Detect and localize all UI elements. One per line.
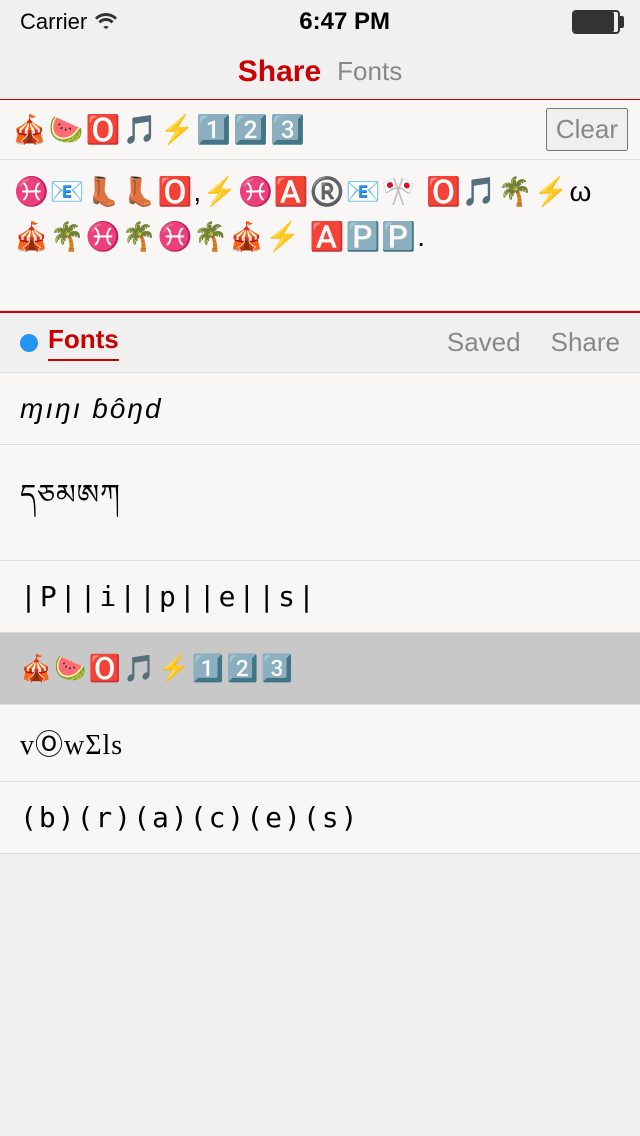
- font-label-4: 🎪🍉🅾️🎵⚡1️⃣2️⃣3️⃣: [20, 653, 295, 684]
- nav-bar: Share Fonts: [0, 44, 640, 100]
- tab-share[interactable]: Share: [551, 327, 620, 358]
- battery-icon: [572, 10, 620, 34]
- status-time: 6:47 PM: [299, 8, 390, 36]
- emoji-input-row: 🎪🍉🅾️🎵⚡1️⃣2️⃣3️⃣ Clear: [0, 100, 640, 160]
- font-label-2: དཅམཨཀ: [20, 463, 121, 542]
- nav-share-title[interactable]: Share: [238, 55, 321, 89]
- font-label-1: ɱıŋı ɓôŋd: [20, 393, 163, 425]
- wifi-icon: [95, 8, 117, 36]
- emoji-input-content[interactable]: 🎪🍉🅾️🎵⚡1️⃣2️⃣3️⃣: [12, 113, 546, 147]
- carrier-label: Carrier: [20, 9, 87, 35]
- font-label-6: (b)(r)(a)(c)(e)(s): [20, 801, 359, 834]
- font-list: ɱıŋı ɓôŋd དཅམཨཀ |P||i||p||e||s| 🎪🍉🅾️🎵⚡1️…: [0, 373, 640, 854]
- tab-saved[interactable]: Saved: [447, 327, 521, 358]
- status-bar: Carrier 6:47 PM: [0, 0, 640, 44]
- font-item-5[interactable]: vⓄwΣls: [0, 705, 640, 782]
- tab-dot: [20, 334, 38, 352]
- tab-fonts[interactable]: Fonts: [48, 324, 119, 361]
- composed-text-area[interactable]: ♓️📧👢👢🅾️,⚡♓️🅰️®️📧🎌 🅾️🎵🌴⚡ω🎪🌴♓️🌴♓️🌴🎪⚡ 🅰️🅿️🅿…: [0, 160, 640, 310]
- font-item-3[interactable]: |P||i||p||e||s|: [0, 561, 640, 633]
- input-area: 🎪🍉🅾️🎵⚡1️⃣2️⃣3️⃣ Clear ♓️📧👢👢🅾️,⚡♓️🅰️®️📧🎌 …: [0, 100, 640, 311]
- font-item-1[interactable]: ɱıŋı ɓôŋd: [0, 373, 640, 445]
- clear-button[interactable]: Clear: [546, 108, 628, 151]
- bottom-section: Fonts Saved Share ɱıŋı ɓôŋd དཅམཨཀ |P||i|…: [0, 311, 640, 854]
- font-label-3: |P||i||p||e||s|: [20, 580, 318, 613]
- font-item-4[interactable]: 🎪🍉🅾️🎵⚡1️⃣2️⃣3️⃣: [0, 633, 640, 705]
- tab-bar: Fonts Saved Share: [0, 313, 640, 373]
- font-item-6[interactable]: (b)(r)(a)(c)(e)(s): [0, 782, 640, 854]
- font-item-2[interactable]: དཅམཨཀ: [0, 445, 640, 561]
- font-label-5: vⓄwΣls: [20, 723, 123, 763]
- nav-fonts-title[interactable]: Fonts: [337, 56, 402, 87]
